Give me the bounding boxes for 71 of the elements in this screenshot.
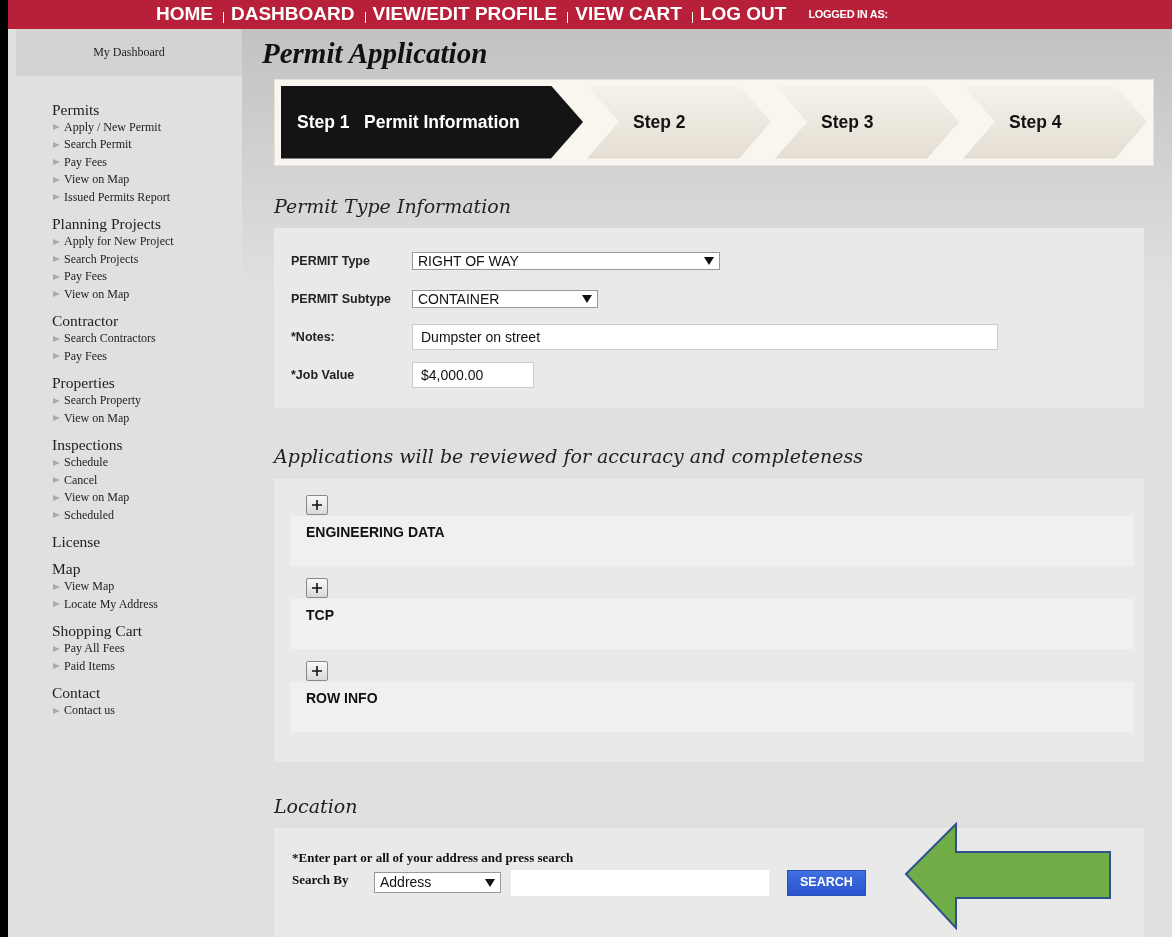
sidebar-link[interactable]: View on Map bbox=[52, 171, 242, 189]
caret-icon bbox=[704, 257, 714, 265]
plus-icon bbox=[311, 498, 323, 511]
page-title: Permit Application bbox=[262, 35, 488, 71]
sidebar-link[interactable]: Search Projects bbox=[52, 250, 242, 268]
sidebar-link[interactable]: Paid Items bbox=[52, 657, 242, 675]
caret-icon bbox=[582, 295, 592, 303]
step-tab[interactable]: Step 4 bbox=[963, 85, 1147, 159]
sidebar-heading: Map bbox=[52, 560, 82, 578]
sidebar-link[interactable]: Pay Fees bbox=[52, 268, 242, 286]
panel-title: ROW INFO bbox=[306, 689, 378, 706]
section-heading: Location bbox=[274, 793, 358, 819]
nav-link[interactable]: HOME bbox=[156, 0, 213, 29]
field-label: PERMIT Type bbox=[290, 252, 371, 270]
sidebar-heading: License bbox=[52, 533, 102, 551]
select-field[interactable]: CONTAINER bbox=[412, 290, 598, 308]
field-label: *Notes: bbox=[290, 328, 336, 346]
caret-icon bbox=[485, 878, 495, 887]
sidebar-link[interactable]: Search Property bbox=[52, 392, 242, 410]
sidebar-heading: Contractor bbox=[52, 312, 120, 330]
sidebar-link[interactable]: Cancel bbox=[52, 471, 242, 489]
plus-icon bbox=[311, 664, 323, 677]
sidebar-link[interactable]: Issued Permits Report bbox=[52, 188, 242, 206]
nav-link[interactable]: DASHBOARD bbox=[231, 0, 355, 29]
sidebar-link[interactable]: Search Contractors bbox=[52, 330, 242, 348]
expand-button[interactable] bbox=[306, 660, 328, 681]
nav-link[interactable]: LOG OUT bbox=[699, 0, 787, 29]
dashboard-link[interactable]: My Dashboard bbox=[16, 28, 242, 76]
sidebar-heading: Shopping Cart bbox=[52, 622, 143, 640]
panel-title: ENGINEERING DATA bbox=[306, 523, 445, 540]
step-tab[interactable]: Step 3 bbox=[775, 85, 959, 159]
sidebar-link[interactable]: View on Map bbox=[52, 489, 242, 507]
sidebar-link[interactable]: Pay All Fees bbox=[52, 640, 242, 658]
sidebar-link[interactable]: Pay Fees bbox=[52, 153, 242, 171]
step-tab[interactable]: Step 2 bbox=[587, 85, 771, 159]
input-field[interactable]: Dumpster on street bbox=[412, 324, 998, 350]
search-button[interactable]: SEARCH bbox=[787, 869, 866, 896]
input-field[interactable]: $4,000.00 bbox=[412, 362, 534, 388]
sidebar-link[interactable]: View on Map bbox=[52, 285, 242, 303]
nav-link[interactable]: VIEW CART bbox=[575, 0, 682, 29]
sidebar-link[interactable]: Schedule bbox=[52, 454, 242, 472]
sidebar-link[interactable]: Locate My Address bbox=[52, 595, 242, 613]
select-field[interactable]: Address bbox=[374, 872, 501, 893]
plus-icon bbox=[311, 581, 323, 594]
sidebar-link[interactable]: Apply / New Permit bbox=[52, 118, 242, 136]
logged-in-label: LOGGED IN AS: bbox=[808, 7, 888, 22]
sidebar-link[interactable]: Pay Fees bbox=[52, 347, 242, 365]
sidebar-link[interactable]: Contact us bbox=[52, 702, 242, 720]
expand-button[interactable] bbox=[306, 577, 328, 598]
sidebar-link[interactable]: View Map bbox=[52, 578, 242, 596]
field-label: Search By bbox=[292, 870, 350, 889]
section-heading: Applications will be reviewed for accuracy and completeness bbox=[274, 444, 863, 469]
field-label: PERMIT Subtype bbox=[290, 290, 392, 308]
sidebar-heading: Planning Projects bbox=[52, 215, 162, 233]
section-heading: Permit Type Information bbox=[274, 193, 511, 219]
select-field[interactable]: RIGHT OF WAY bbox=[412, 252, 720, 270]
expand-button[interactable] bbox=[306, 494, 328, 515]
instruction-text: *Enter part or all of your address and press search bbox=[292, 849, 575, 867]
sidebar-heading: Inspections bbox=[52, 436, 124, 454]
sidebar-heading: Properties bbox=[52, 374, 116, 392]
sidebar-link[interactable]: Apply for New Project bbox=[52, 233, 242, 251]
nav-link[interactable]: VIEW/EDIT PROFILE bbox=[372, 0, 558, 29]
sidebar-link[interactable]: View on Map bbox=[52, 409, 242, 427]
sidebar-link[interactable]: Search Permit bbox=[52, 136, 242, 154]
step-tab[interactable]: Step 1 Permit Information bbox=[281, 85, 583, 159]
sidebar-heading: Contact bbox=[52, 684, 102, 702]
sidebar-heading: Permits bbox=[52, 100, 101, 119]
sidebar-link[interactable]: Scheduled bbox=[52, 506, 242, 524]
triangle-icon bbox=[52, 706, 61, 715]
field-label: *Job Value bbox=[290, 366, 356, 384]
panel-title: TCP bbox=[306, 606, 334, 623]
